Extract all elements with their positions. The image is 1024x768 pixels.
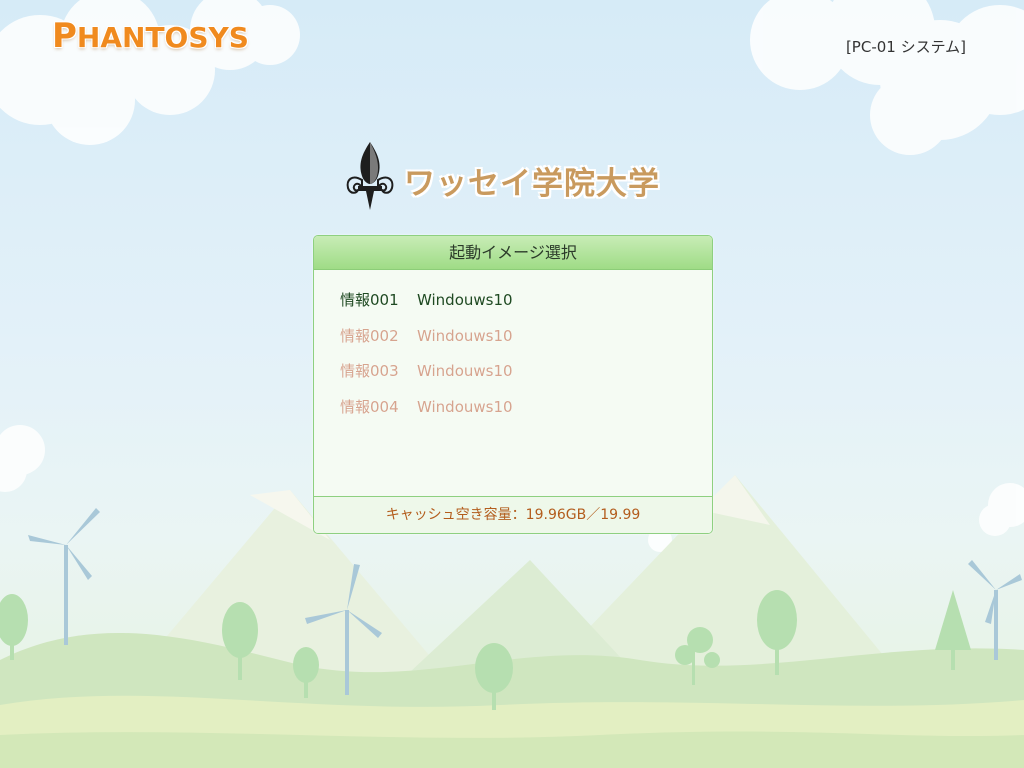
cache-free-space: キャッシュ空き容量：19.96GB／19.99 <box>314 496 712 533</box>
panel-title: 起動イメージ選択 <box>314 236 712 270</box>
boot-image-item-1[interactable]: 情報001 Windouws10 <box>340 288 712 324</box>
phantosys-logo: PHANTOSYS <box>52 16 249 56</box>
system-name-label: [PC-01 システム] <box>845 38 966 56</box>
boot-image-panel: 起動イメージ選択 情報001 Windouws10 情報002 Windouws10… <box>313 235 713 534</box>
boot-image-item-4[interactable]: 情報004 Windouws10 <box>340 395 712 431</box>
university-brand: ワッセイ学院大学 <box>344 140 684 212</box>
boot-image-item-3[interactable]: 情報003 Windouws10 <box>340 359 712 395</box>
boot-image-item-2[interactable]: 情報002 Windouws10 <box>340 324 712 360</box>
fleur-de-lis-icon <box>346 142 394 210</box>
university-title: ワッセイ学院大学 <box>404 166 660 202</box>
boot-image-list: 情報001 Windouws10 情報002 Windouws10 情報003 Win… <box>314 270 712 478</box>
